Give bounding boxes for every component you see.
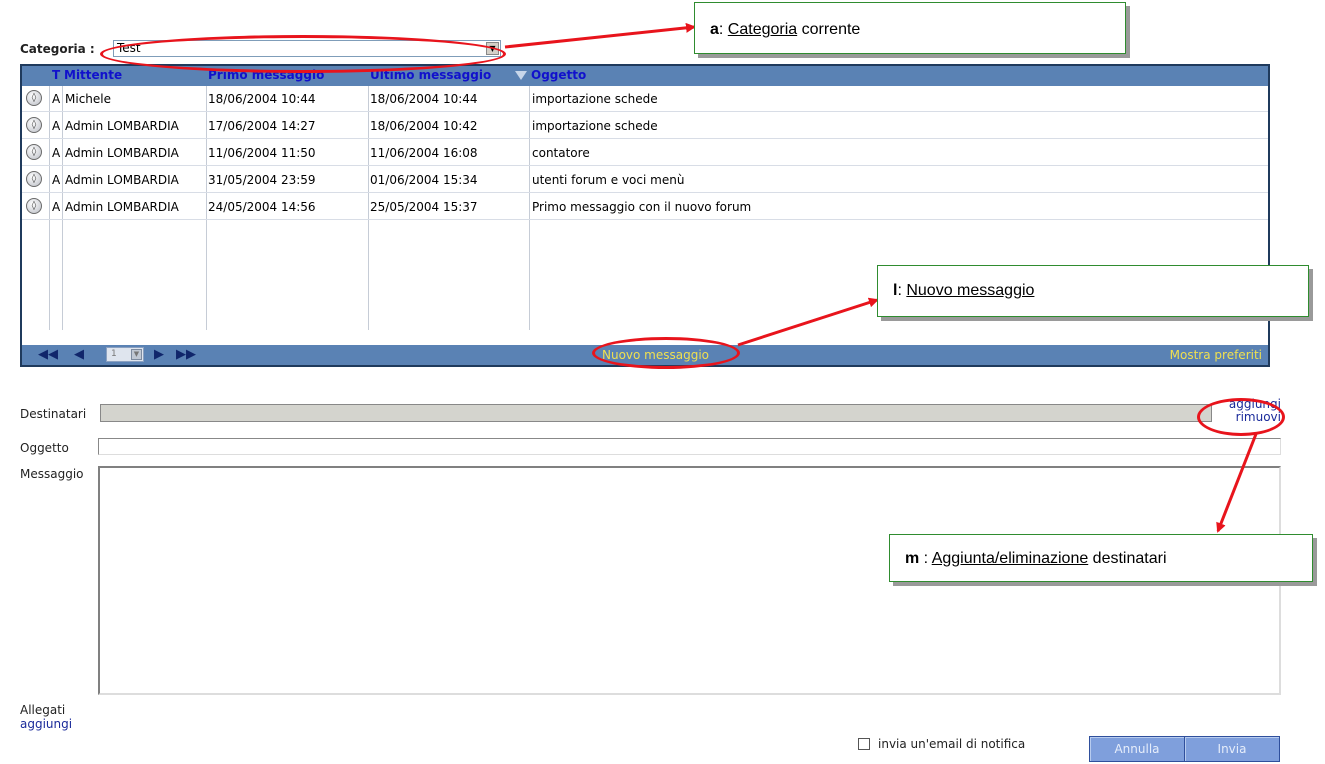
callout-a: a: Categoria corrente	[694, 2, 1126, 54]
callout-l-sep: :	[897, 282, 907, 299]
arrow-to-callout-l	[737, 297, 879, 347]
callout-a-sep: :	[718, 21, 728, 38]
callout-m-rest: destinatari	[1088, 550, 1167, 567]
arrow-to-callout-m	[1216, 433, 1258, 533]
callout-m-underlined: Aggiunta/eliminazione	[931, 550, 1089, 567]
callout-m-sep: :	[919, 550, 932, 567]
callout-a-underlined: Categoria	[727, 21, 798, 38]
arrow-to-callout-a	[504, 22, 696, 49]
callout-a-rest: corrente	[797, 21, 861, 38]
callout-a-key: a	[710, 21, 719, 38]
callout-m: m : Aggiunta/eliminazione destinatari	[889, 534, 1313, 582]
annotation-arrows	[504, 22, 1258, 533]
callout-l: l: Nuovo messaggio	[877, 265, 1309, 317]
callout-l-underlined: Nuovo messaggio	[906, 282, 1035, 299]
callout-m-key: m	[905, 550, 920, 567]
